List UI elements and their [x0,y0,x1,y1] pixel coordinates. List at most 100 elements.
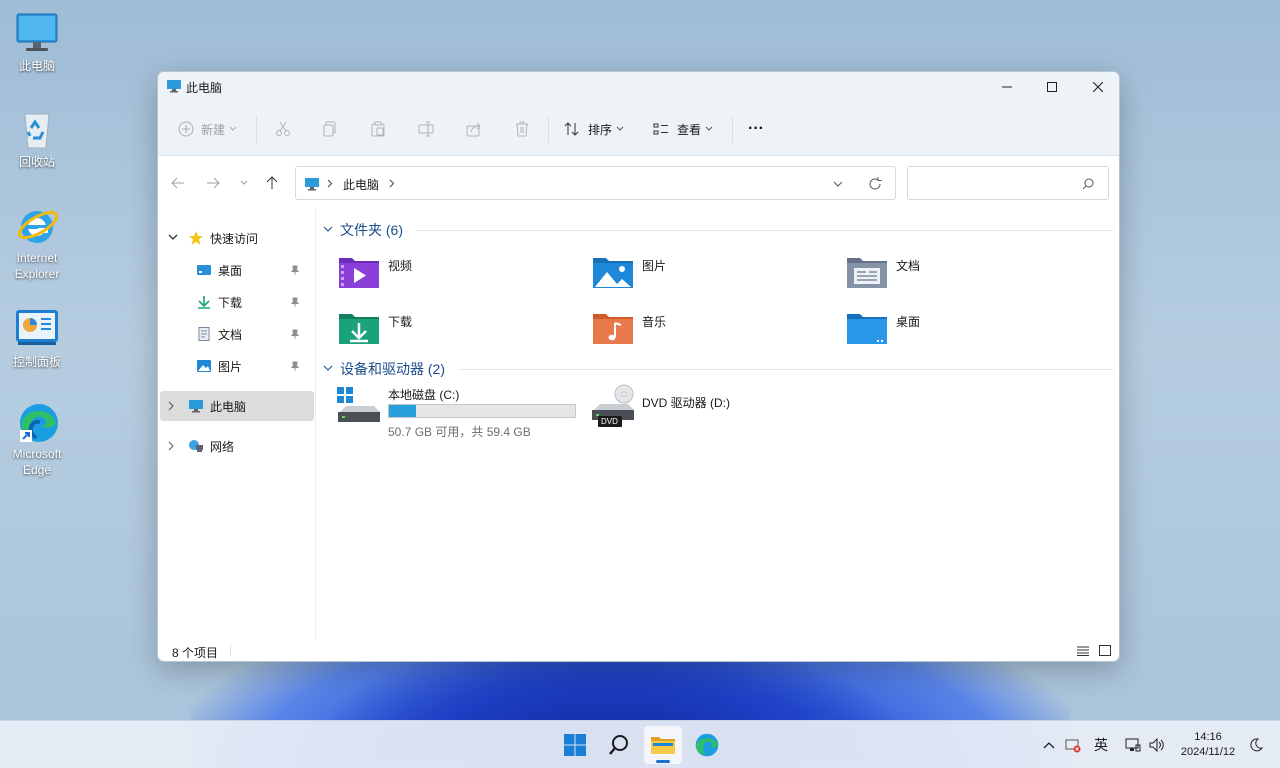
address-history-chevron-icon[interactable] [833,181,843,187]
taskbar-edge[interactable] [688,726,726,764]
details-view-icon[interactable] [1077,646,1089,656]
forward-button[interactable] [203,173,223,193]
this-pc-icon [167,80,181,93]
sort-button[interactable]: 排序 [564,114,624,144]
maximize-button[interactable] [1029,72,1075,102]
breadcrumb-this-pc[interactable]: 此电脑 [343,176,379,193]
show-hidden-icons-button[interactable] [1040,721,1058,768]
sidebar-item-quick-access[interactable]: 快速访问 [160,223,314,253]
paste-button[interactable] [370,114,386,144]
pin-icon[interactable] [290,329,300,339]
title-bar[interactable]: 此电脑 [158,72,1119,102]
recent-locations-button[interactable] [234,173,254,193]
rename-button[interactable] [418,114,434,144]
search-box[interactable] [907,166,1109,200]
desktop-icon-label: 控制面板 [12,355,61,369]
search-icon [609,735,628,755]
desktop-icon-internet-explorer[interactable]: Internet Explorer [6,202,68,282]
drive-tile-c[interactable]: 本地磁盘 (C:) 50.7 GB 可用，共 59.4 GB [336,384,586,440]
chevron-right-icon[interactable] [168,441,176,451]
volume-button[interactable] [1146,721,1168,768]
share-icon [466,122,481,137]
folder-tile-documents[interactable]: 文档 [844,250,1084,298]
rename-icon [418,121,434,137]
pin-icon[interactable] [290,297,300,307]
sidebar-item-label: 下载 [218,295,243,310]
share-button[interactable] [466,114,482,144]
search-taskbar-button[interactable] [600,726,638,764]
desktop-icon-label: Microsoft Edge [12,447,62,477]
status-bar: 8 个项目 [158,640,1119,661]
clipboard-icon [371,121,385,137]
search-icon [1082,178,1094,190]
chevron-right-icon[interactable] [389,179,395,188]
pin-icon[interactable] [290,361,300,371]
pin-icon[interactable] [290,265,300,275]
folder-tile-downloads[interactable]: 下载 [336,306,576,354]
copy-button[interactable] [322,114,338,144]
view-label: 查看 [677,122,702,137]
minimize-icon [1002,86,1012,88]
sidebar-item-downloads[interactable]: 下载 [160,287,314,317]
notifications-button[interactable] [1246,721,1266,768]
group-header-drives[interactable]: 设备和驱动器 (2) [323,359,445,379]
chevron-down-icon [240,180,248,185]
chevron-down-icon [705,126,713,131]
desktop-icon-recycle-bin[interactable]: 回收站 [6,106,68,170]
folder-label: 桌面 [896,315,921,329]
drive-usage-fill [389,405,417,417]
window-title: 此电脑 [186,81,223,95]
ime-indicator[interactable]: 英 [1090,721,1112,768]
group-divider [458,369,1113,370]
sidebar-item-desktop[interactable]: 桌面 [160,255,314,285]
copy-icon [323,121,336,137]
group-header-folders[interactable]: 文件夹 (6) [323,220,403,240]
desktop-icon-control-panel[interactable]: 控制面板 [6,306,68,370]
taskbar-file-explorer[interactable] [644,726,682,764]
sidebar-item-label: 桌面 [218,263,243,278]
minimize-button[interactable] [984,72,1030,102]
cut-button[interactable] [275,114,291,144]
sidebar-item-this-pc[interactable]: 此电脑 [160,391,314,421]
folder-tile-videos[interactable]: 视频 [336,250,576,298]
sidebar-item-network[interactable]: 网络 [160,431,314,461]
search-input[interactable] [912,171,1078,195]
clock-time: 14:16 [1194,731,1222,743]
close-button[interactable] [1075,72,1119,102]
desktop-icon [197,265,211,275]
desktop-icon-edge[interactable]: Microsoft Edge [6,398,68,478]
folder-tile-pictures[interactable]: 图片 [590,250,830,298]
more-options-button[interactable]: ··· [748,114,764,144]
drive-free-space: 50.7 GB 可用，共 59.4 GB [388,425,531,439]
folder-tile-desktop[interactable]: 桌面 [844,306,1084,354]
folder-label: 音乐 [642,315,667,329]
plus-circle-icon [178,121,194,137]
group-title: 设备和驱动器 (2) [340,361,445,377]
tray-security-icon[interactable] [1063,721,1083,768]
drive-tile-d[interactable]: DVD DVD 驱动器 (D:) [590,384,840,440]
desktop-icon-this-pc[interactable]: 此电脑 [6,10,68,74]
new-button[interactable]: 新建 [178,114,237,144]
sidebar-item-pictures[interactable]: 图片 [160,351,314,381]
view-layout-icon [653,123,668,135]
large-icons-view-icon[interactable] [1099,645,1111,656]
sidebar-item-label: 快速访问 [210,231,259,246]
view-button[interactable]: 查看 [653,114,713,144]
chevron-up-icon [1043,742,1055,749]
network-status-button[interactable] [1122,721,1144,768]
drive-label: DVD 驱动器 (D:) [642,396,730,410]
back-button[interactable] [168,173,188,193]
chevron-right-icon[interactable] [168,401,176,411]
sidebar-item-documents[interactable]: 文档 [160,319,314,349]
start-button[interactable] [556,726,594,764]
clock-date: 2024/11/12 [1180,746,1236,758]
edge-icon [695,733,719,757]
up-button[interactable] [262,173,282,193]
delete-button[interactable] [514,114,530,144]
refresh-icon[interactable] [868,177,882,191]
address-bar[interactable]: 此电脑 [295,166,896,200]
folder-tile-music[interactable]: 音乐 [590,306,830,354]
chevron-down-icon[interactable] [168,234,178,242]
clock[interactable]: 14:16 2024/11/12 [1176,721,1240,768]
new-label: 新建 [201,122,226,137]
